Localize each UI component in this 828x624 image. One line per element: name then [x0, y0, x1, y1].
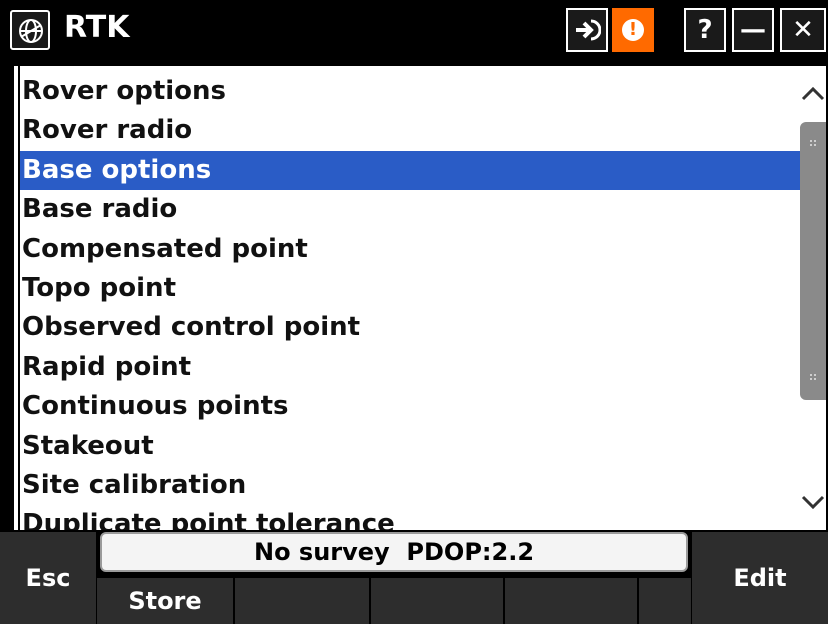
function-key-5[interactable]	[638, 578, 692, 624]
scroll-up-button[interactable]	[800, 70, 826, 116]
status-bar: No survey PDOP:2.2	[100, 532, 688, 572]
list-item[interactable]: Compensated point	[20, 230, 806, 269]
title-bar: RTK ! ? — ✕	[0, 0, 828, 62]
list-item[interactable]: Duplicate point tolerance	[20, 505, 806, 530]
options-list-panel: Rover options Rover radio Base options B…	[10, 64, 828, 532]
chevron-down-icon	[801, 495, 825, 510]
function-key-4[interactable]	[504, 578, 638, 624]
esc-button[interactable]: Esc	[0, 532, 96, 624]
help-button[interactable]: ?	[684, 8, 726, 52]
exclamation-icon: !	[622, 19, 644, 41]
help-label: ?	[697, 15, 713, 45]
vertical-scrollbar[interactable]	[800, 66, 826, 530]
options-list: Rover options Rover radio Base options B…	[20, 72, 806, 530]
store-button[interactable]: Store	[96, 578, 234, 624]
list-item[interactable]: Topo point	[20, 269, 806, 308]
list-item[interactable]: Rover options	[20, 72, 806, 111]
list-item-selected[interactable]: Base options	[20, 150, 806, 191]
minimize-button[interactable]: —	[732, 8, 774, 52]
grip-icon	[810, 374, 816, 382]
arrow-right-icon	[576, 19, 601, 41]
function-key-2[interactable]	[234, 578, 370, 624]
scroll-thumb[interactable]	[800, 122, 826, 400]
scroll-down-button[interactable]	[800, 480, 826, 526]
login-button[interactable]	[566, 8, 608, 52]
list-item[interactable]: Observed control point	[20, 308, 806, 347]
list-item[interactable]: Stakeout	[20, 427, 806, 466]
window-title: RTK	[64, 10, 130, 45]
trimble-globe-icon[interactable]	[10, 10, 50, 50]
bottom-bar: Esc No survey PDOP:2.2 Store Edit	[0, 532, 828, 624]
close-button[interactable]: ✕	[780, 8, 826, 52]
function-keys: Store	[96, 578, 692, 624]
warning-button[interactable]: !	[612, 8, 654, 52]
edit-button[interactable]: Edit	[692, 532, 828, 624]
list-item[interactable]: Rapid point	[20, 348, 806, 387]
list-item[interactable]: Rover radio	[20, 111, 806, 150]
function-key-3[interactable]	[370, 578, 504, 624]
grip-icon	[810, 140, 816, 148]
list-item[interactable]: Continuous points	[20, 387, 806, 426]
list-item[interactable]: Base radio	[20, 190, 806, 229]
minimize-icon: —	[740, 15, 766, 45]
chevron-up-icon	[801, 86, 825, 101]
list-item[interactable]: Site calibration	[20, 466, 806, 505]
close-icon: ✕	[792, 15, 814, 45]
